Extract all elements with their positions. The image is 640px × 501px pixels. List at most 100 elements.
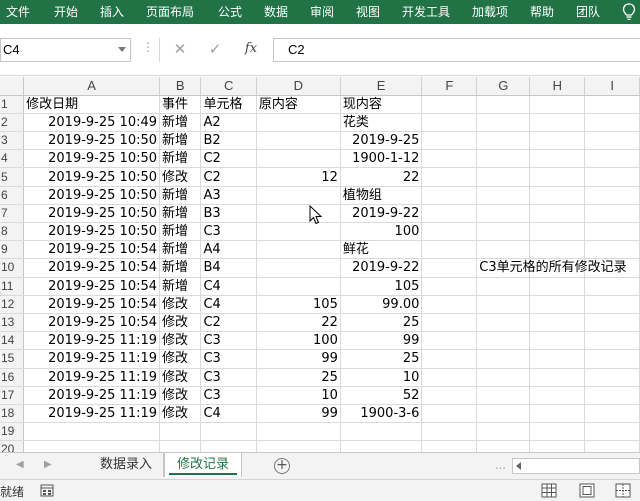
ribbon-tab-developer[interactable]: 开发工具 [402, 0, 472, 24]
cell-h11[interactable] [529, 277, 586, 296]
cell-f1[interactable] [421, 95, 478, 114]
cell-a3[interactable]: 2019-9-25 10:50 [23, 131, 161, 151]
cell-d8[interactable] [256, 222, 341, 242]
row-header[interactable]: 6 [0, 186, 25, 205]
cell-b19[interactable] [159, 422, 202, 442]
macro-record-icon[interactable] [40, 484, 54, 497]
row-header[interactable]: 14 [0, 331, 25, 351]
cell-c17[interactable]: C3 [200, 386, 257, 405]
sheet-tab-change-log[interactable]: 修改记录 [164, 453, 242, 477]
cell-g3[interactable] [476, 131, 531, 151]
cell-a6[interactable]: 2019-9-25 10:50 [23, 186, 161, 205]
cell-b5[interactable]: 修改 [159, 167, 202, 187]
cell-e8[interactable]: 100 [340, 222, 423, 242]
row-header[interactable]: 10 [0, 258, 25, 278]
row-header[interactable]: 15 [0, 349, 25, 369]
row-header[interactable]: 16 [0, 368, 25, 387]
cell-f8[interactable] [421, 222, 478, 242]
page-layout-view-icon[interactable] [579, 483, 595, 498]
row-header[interactable]: 8 [0, 222, 25, 242]
cell-e10[interactable]: 2019-9-22 [340, 258, 423, 278]
cell-a9[interactable]: 2019-9-25 10:54 [23, 240, 161, 260]
cell-a12[interactable]: 2019-9-25 10:54 [23, 295, 161, 314]
tab-split-handle[interactable]: … [495, 459, 506, 472]
drag-handle-icon[interactable]: ⋮ [142, 40, 154, 54]
cell-e12[interactable]: 99.00 [340, 295, 423, 314]
cell-h16[interactable] [529, 368, 586, 387]
cell-a5[interactable]: 2019-9-25 10:50 [23, 167, 161, 187]
cell-b6[interactable]: 新增 [159, 186, 202, 205]
cell-g15[interactable] [476, 349, 531, 369]
cell-b9[interactable]: 新增 [159, 240, 202, 260]
lightbulb-icon[interactable] [622, 3, 636, 21]
cell-h14[interactable] [529, 331, 586, 351]
column-header-e[interactable]: E [340, 77, 423, 96]
cell-g9[interactable] [476, 240, 531, 260]
ribbon-tab-data[interactable]: 数据 [264, 0, 310, 24]
cell-e19[interactable] [340, 422, 423, 442]
cell-h6[interactable] [529, 186, 586, 205]
cell-b11[interactable]: 新增 [159, 277, 202, 296]
cell-g7[interactable] [476, 204, 531, 224]
cell-d18[interactable]: 99 [256, 404, 341, 424]
cell-h20[interactable] [529, 440, 586, 452]
row-header[interactable]: 13 [0, 313, 25, 333]
prev-sheet-icon[interactable]: ◀ [16, 459, 24, 470]
chevron-down-icon[interactable] [118, 47, 126, 52]
cell-e15[interactable]: 25 [340, 349, 423, 369]
cell-a1[interactable]: 修改日期 [23, 95, 161, 114]
cell-h15[interactable] [529, 349, 586, 369]
cell-e7[interactable]: 2019-9-22 [340, 204, 423, 224]
cell-g16[interactable] [476, 368, 531, 387]
cell-f20[interactable] [421, 440, 478, 452]
cell-e20[interactable] [340, 440, 423, 452]
cell-a11[interactable]: 2019-9-25 10:54 [23, 277, 161, 296]
cell-c9[interactable]: A4 [200, 240, 257, 260]
cell-c3[interactable]: B2 [200, 131, 257, 151]
cell-d5[interactable]: 12 [256, 167, 341, 187]
cell-i18[interactable] [584, 404, 640, 424]
cell-f18[interactable] [421, 404, 478, 424]
cell-b20[interactable] [159, 440, 202, 452]
ribbon-tab-review[interactable]: 审阅 [310, 0, 356, 24]
cell-i15[interactable] [584, 349, 640, 369]
cell-b16[interactable]: 修改 [159, 368, 202, 387]
cell-d1[interactable]: 原内容 [256, 95, 341, 114]
cell-g1[interactable] [476, 95, 531, 114]
cell-g5[interactable] [476, 167, 531, 187]
sheet-tab-data-entry[interactable]: 数据录入 [89, 453, 164, 477]
cell-g4[interactable] [476, 149, 531, 169]
row-header[interactable]: 11 [0, 277, 25, 296]
cell-b10[interactable]: 新增 [159, 258, 202, 278]
cell-i5[interactable] [584, 167, 640, 187]
cell-h18[interactable] [529, 404, 586, 424]
name-box[interactable]: C4 [0, 38, 131, 62]
cell-c4[interactable]: C2 [200, 149, 257, 169]
cell-b15[interactable]: 修改 [159, 349, 202, 369]
cell-i14[interactable] [584, 331, 640, 351]
ribbon-tab-insert[interactable]: 插入 [100, 0, 146, 24]
cell-d20[interactable] [256, 440, 341, 452]
cell-d7[interactable] [256, 204, 341, 224]
cell-i6[interactable] [584, 186, 640, 205]
cell-i13[interactable] [584, 313, 640, 333]
cell-f5[interactable] [421, 167, 478, 187]
cell-i17[interactable] [584, 386, 640, 405]
cell-f12[interactable] [421, 295, 478, 314]
cell-h5[interactable] [529, 167, 586, 187]
row-header[interactable]: 1 [0, 95, 25, 114]
cell-g14[interactable] [476, 331, 531, 351]
cell-f13[interactable] [421, 313, 478, 333]
cell-d2[interactable] [256, 113, 341, 133]
cell-a18[interactable]: 2019-9-25 11:19 [23, 404, 161, 424]
cell-b13[interactable]: 修改 [159, 313, 202, 333]
cell-i4[interactable] [584, 149, 640, 169]
cell-i8[interactable] [584, 222, 640, 242]
cell-g19[interactable] [476, 422, 531, 442]
cell-f19[interactable] [421, 422, 478, 442]
cell-b12[interactable]: 修改 [159, 295, 202, 314]
cell-i9[interactable] [584, 240, 640, 260]
row-header[interactable]: 20 [0, 440, 25, 452]
cell-d6[interactable] [256, 186, 341, 205]
cell-g12[interactable] [476, 295, 531, 314]
